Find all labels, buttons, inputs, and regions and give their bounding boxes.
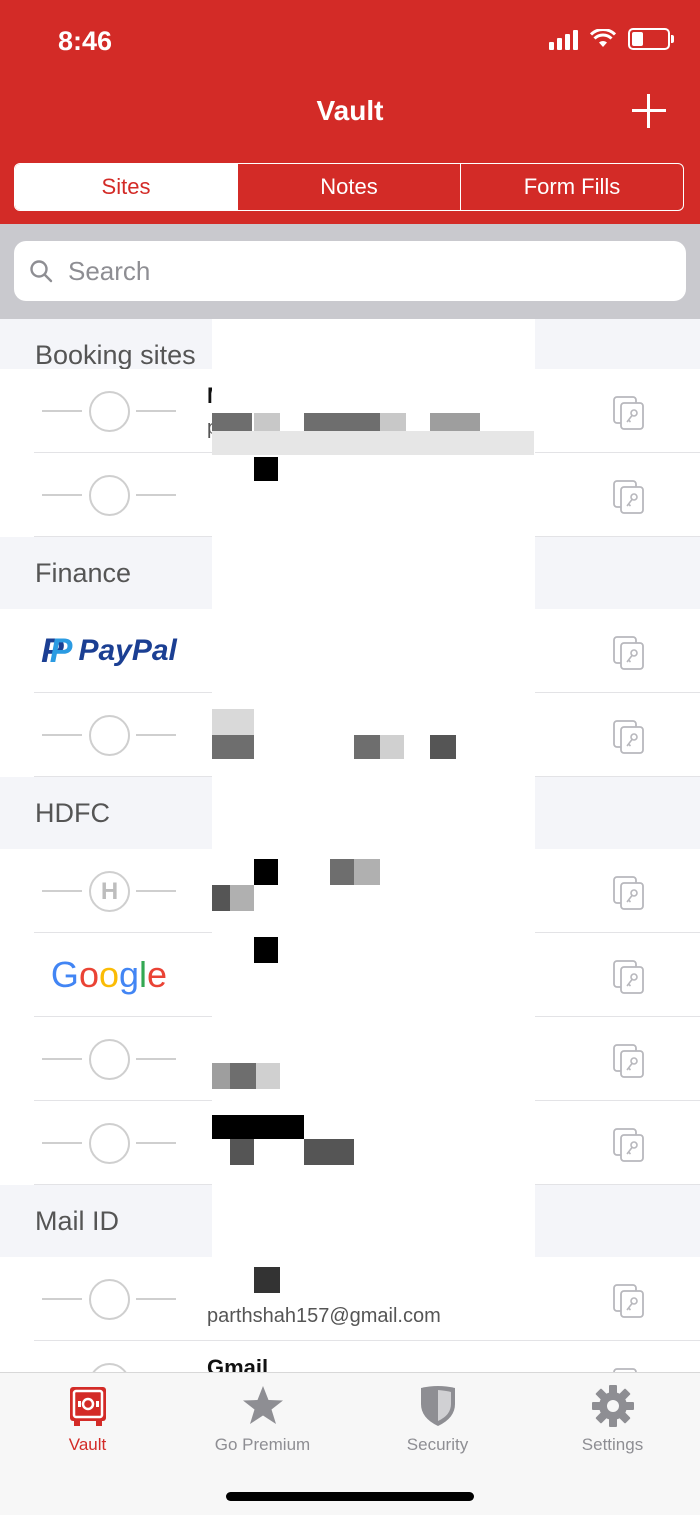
row-text: Gmail bbox=[207, 1355, 507, 1372]
site-logo: Google bbox=[34, 933, 184, 1017]
site-placeholder-icon bbox=[34, 1123, 184, 1164]
tab-label: Vault bbox=[68, 1435, 107, 1454]
star-icon bbox=[242, 1386, 283, 1424]
paypal-mark-icon: PP bbox=[41, 631, 73, 670]
site-placeholder-icon bbox=[34, 1279, 184, 1320]
cellular-signal-icon bbox=[549, 28, 578, 50]
site-logo bbox=[34, 1017, 184, 1101]
status-time: 8:46 bbox=[58, 26, 113, 56]
list-item[interactable]: Gmail bbox=[0, 1341, 700, 1372]
copy-password-icon[interactable] bbox=[612, 1127, 646, 1163]
tab-settings[interactable]: Settings bbox=[525, 1383, 700, 1455]
site-placeholder-icon bbox=[34, 1363, 184, 1372]
search-box[interactable] bbox=[14, 241, 686, 301]
hdfc-logo: H bbox=[34, 871, 184, 912]
site-logo: H bbox=[34, 849, 184, 933]
paypal-logo: P P PayPal bbox=[41, 632, 177, 671]
copy-password-icon[interactable] bbox=[612, 959, 646, 995]
copy-password-icon[interactable] bbox=[612, 395, 646, 431]
status-icons bbox=[549, 28, 674, 50]
copy-password-icon[interactable] bbox=[612, 635, 646, 671]
tab-label: Settings bbox=[581, 1435, 644, 1454]
site-logo bbox=[34, 693, 184, 777]
tab-label: Security bbox=[406, 1435, 469, 1454]
home-indicator bbox=[226, 1492, 474, 1501]
tab-security[interactable]: Security bbox=[350, 1383, 525, 1455]
site-placeholder-icon bbox=[34, 1039, 184, 1080]
page-title: Vault bbox=[316, 95, 384, 126]
copy-password-icon[interactable] bbox=[612, 479, 646, 515]
site-placeholder-icon bbox=[34, 715, 184, 756]
battery-icon bbox=[628, 28, 674, 50]
app-header: 8:46 Vault Sites Notes Form Fills bbox=[0, 0, 700, 224]
tab-vault[interactable]: Vault bbox=[0, 1383, 175, 1455]
gear-icon bbox=[591, 1385, 634, 1427]
shield-icon bbox=[420, 1386, 455, 1426]
copy-password-icon[interactable] bbox=[612, 1043, 646, 1079]
row-text: parthshah157@gmail.com bbox=[207, 1271, 507, 1329]
site-placeholder-icon bbox=[34, 391, 184, 432]
site-logo: P P PayPal bbox=[34, 609, 184, 693]
section-title: Mail ID bbox=[35, 1205, 120, 1236]
site-logo bbox=[34, 1257, 184, 1341]
copy-password-icon[interactable] bbox=[612, 719, 646, 755]
copy-password-icon[interactable] bbox=[612, 1283, 646, 1319]
site-logo bbox=[34, 1341, 184, 1372]
add-icon[interactable] bbox=[632, 94, 666, 128]
segment-sites[interactable]: Sites bbox=[15, 164, 237, 210]
google-logo: Google bbox=[50, 954, 168, 995]
site-username: parthshah157@gmail.com bbox=[207, 1305, 441, 1327]
site-placeholder-icon bbox=[34, 475, 184, 516]
site-logo bbox=[34, 369, 184, 453]
tab-label: Go Premium bbox=[214, 1435, 311, 1454]
tab-go-premium[interactable]: Go Premium bbox=[175, 1383, 350, 1455]
paypal-wordmark: PayPal bbox=[78, 634, 177, 667]
segmented-control: Sites Notes Form Fills bbox=[14, 163, 684, 211]
search-icon bbox=[30, 260, 53, 283]
section-title: HDFC bbox=[35, 797, 110, 828]
wifi-icon bbox=[590, 29, 616, 47]
segment-notes[interactable]: Notes bbox=[237, 164, 460, 210]
section-title: Booking sites bbox=[35, 339, 196, 370]
site-logo bbox=[34, 453, 184, 537]
search-input[interactable] bbox=[66, 254, 630, 288]
vault-icon bbox=[69, 1387, 106, 1426]
site-name: Gmail bbox=[207, 1355, 269, 1372]
search-bar bbox=[0, 224, 700, 319]
copy-password-icon[interactable] bbox=[612, 875, 646, 911]
list-item[interactable]: parthshah157@gmail.com bbox=[0, 1257, 700, 1341]
site-logo bbox=[34, 1101, 184, 1185]
section-title: Finance bbox=[35, 557, 132, 588]
site-name bbox=[207, 1271, 507, 1297]
segment-form-fills[interactable]: Form Fills bbox=[460, 164, 683, 210]
redacted-area bbox=[212, 319, 535, 1293]
